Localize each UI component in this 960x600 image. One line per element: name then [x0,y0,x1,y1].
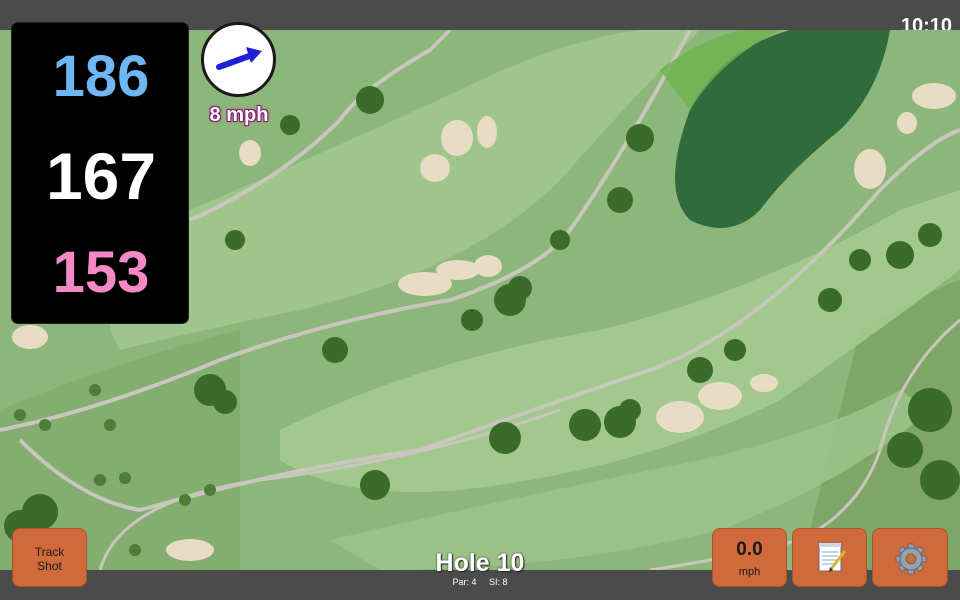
distance-front-value: 153 [52,240,150,305]
track-shot-button[interactable]: Track Shot [12,528,87,587]
track-shot-label-line1: Track [34,545,65,559]
hole-stroke-index: SI: 8 [489,577,508,587]
speed-button[interactable]: 0.0 mph [712,528,787,587]
arrow-icon [216,47,262,70]
wind-speed-label: 8 mph [209,104,269,126]
speed-unit: mph [738,566,761,578]
speed-value: 0.0 [736,539,763,560]
notes-button[interactable] [792,528,867,587]
hole-par: Par: 4 [452,577,477,587]
notepad-icon [818,542,847,572]
hole-title: Hole 10 [435,549,525,577]
settings-button[interactable] [872,528,948,587]
track-shot-label-line2: Shot [37,559,62,573]
gear-icon [895,543,927,575]
wind-indicator [201,22,276,97]
distance-middle-value: 167 [45,139,157,213]
distance-back-value: 186 [52,44,150,109]
hole-details: Par: 4 SI: 8 [380,577,580,587]
distance-panel: 186 167 153 [11,22,189,324]
